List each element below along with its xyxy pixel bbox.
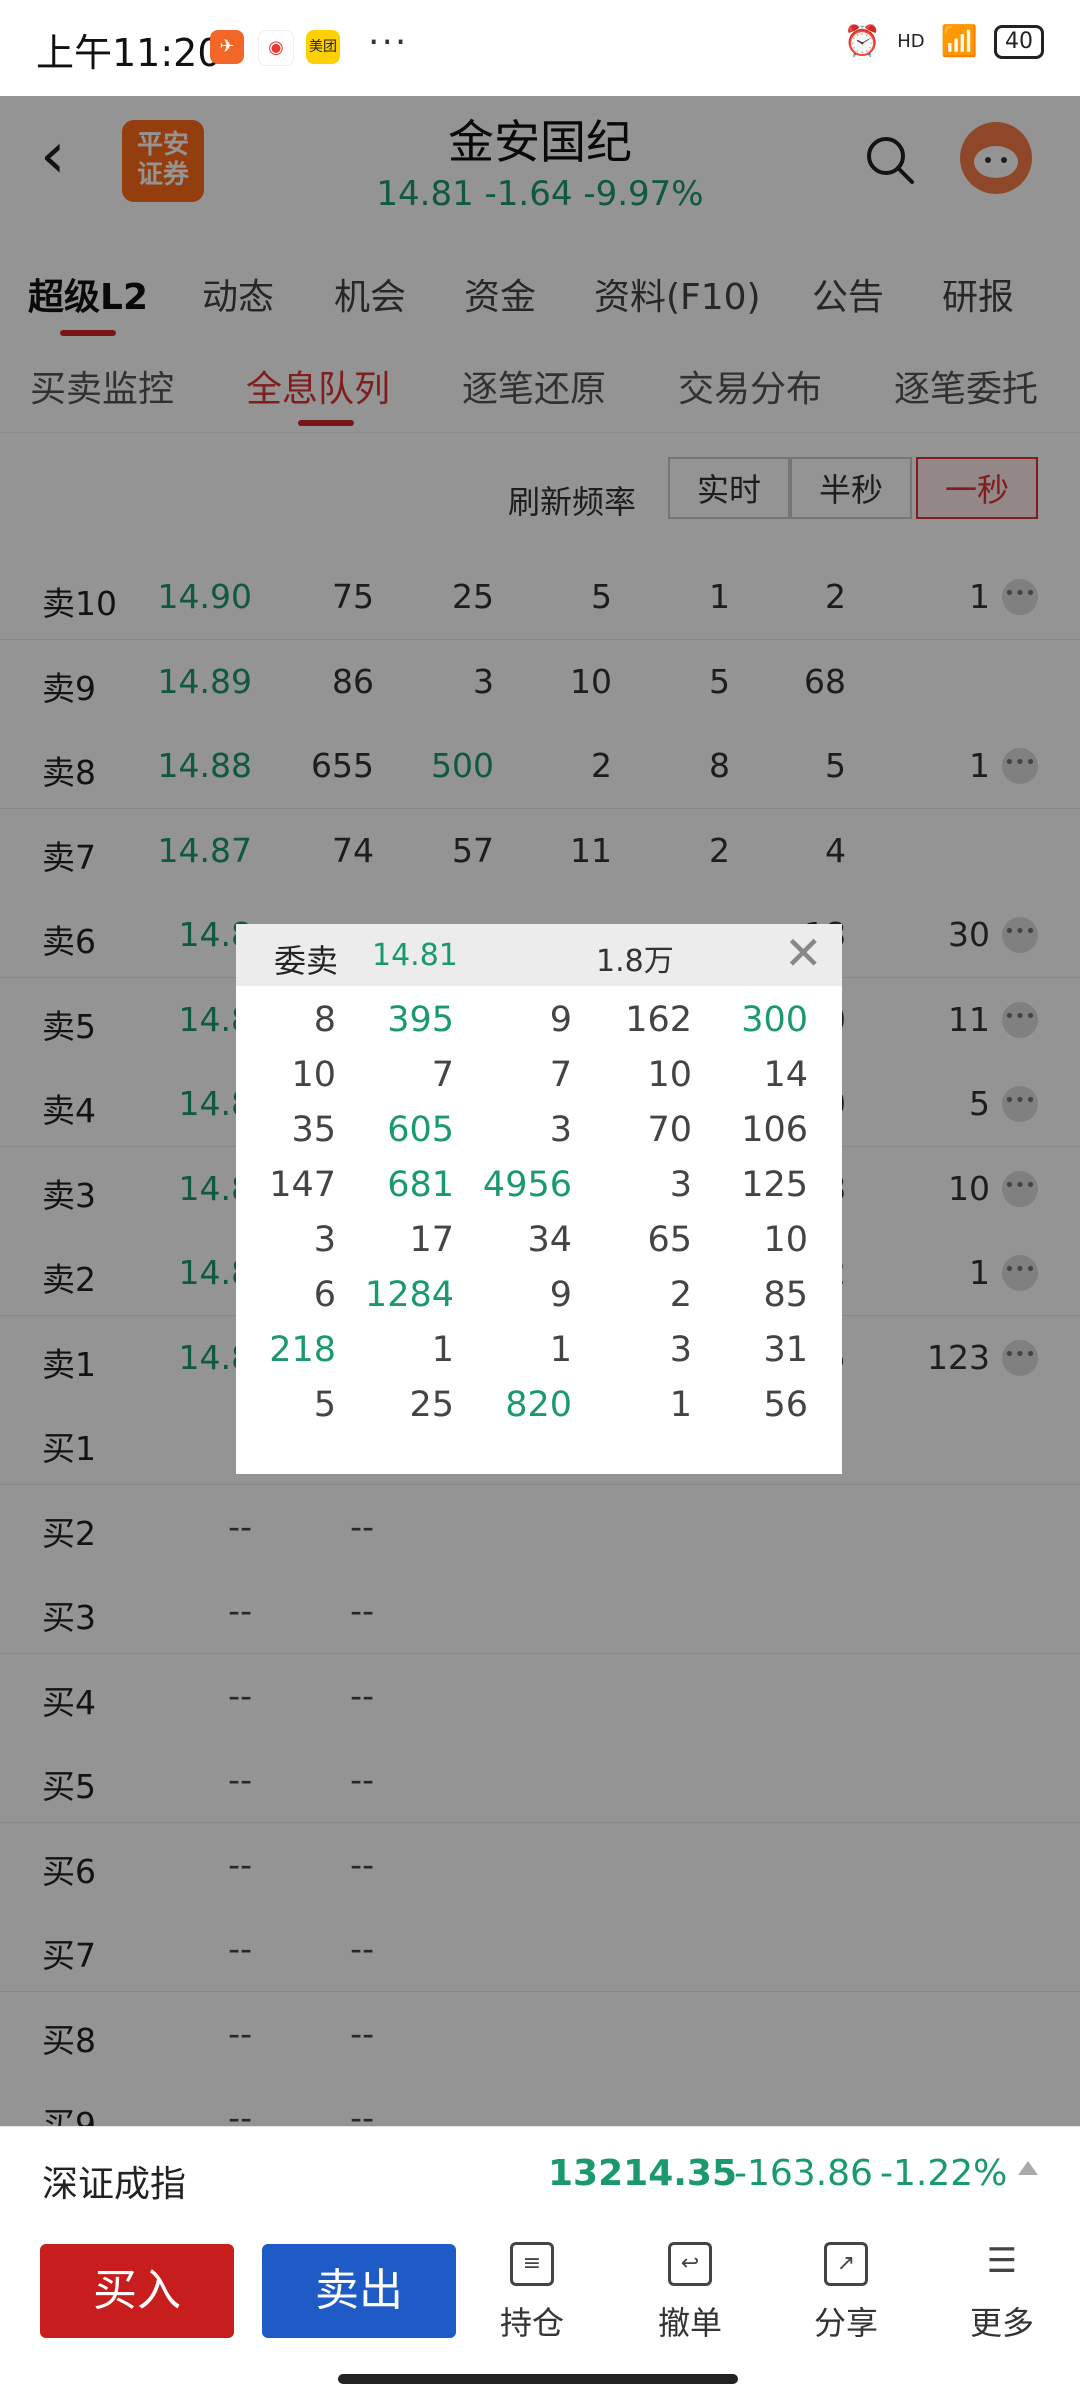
- cancel-order-icon: ↩: [668, 2242, 712, 2286]
- popup-order-cell: 8: [313, 1000, 336, 1040]
- popup-order-cell: 2: [669, 1275, 692, 1315]
- popup-order-cell: 34: [527, 1220, 572, 1260]
- weibo-icon: ◉: [258, 30, 294, 66]
- popup-order-cell: 3: [549, 1110, 572, 1150]
- popup-queue-row: 10 7 7 10 14: [236, 1049, 842, 1104]
- popup-queue-row: 3 17 34 65 10: [236, 1214, 842, 1269]
- share-button[interactable]: ↗ 分享: [786, 2242, 906, 2344]
- more-menu-icon: ☰: [986, 2241, 1018, 2281]
- popup-order-cell: 10: [763, 1220, 808, 1260]
- popup-title: 委卖: [274, 942, 339, 980]
- hd-signal-icon: HD: [897, 31, 925, 52]
- close-icon[interactable]: ✕: [784, 930, 823, 976]
- popup-order-cell: 7: [431, 1055, 454, 1095]
- index-value: 13214.35: [548, 2153, 738, 2194]
- popup-order-cell: 820: [505, 1385, 572, 1425]
- status-right: ⏰ HD 📶 40: [844, 24, 1044, 59]
- popup-order-cell: 65: [647, 1220, 692, 1260]
- popup-order-cell: 1: [549, 1330, 572, 1370]
- popup-order-cell: 6: [313, 1275, 336, 1315]
- bottom-action-bar: 买入 卖出 ≡ 持仓 ↩ 撤单 ↗ 分享 ☰ 更多: [0, 2226, 1080, 2400]
- popup-order-cell: 162: [625, 1000, 692, 1040]
- cancel-order-button[interactable]: ↩ 撤单: [630, 2242, 750, 2344]
- index-percent: -1.22%: [880, 2153, 1008, 2194]
- popup-queue-row: 5 25 820 1 56: [236, 1379, 842, 1434]
- meituan-icon: 美团: [306, 30, 340, 64]
- popup-order-cell: 395: [387, 1000, 454, 1040]
- status-bar: 上午11:20 ✈ ◉ 美团 ··· ⏰ HD 📶 40: [0, 0, 1080, 96]
- popup-queue-row: 218 1 1 3 31: [236, 1324, 842, 1379]
- popup-order-cell: 70: [647, 1110, 692, 1150]
- popup-order-cell: 35: [291, 1110, 336, 1150]
- popup-order-cell: 85: [763, 1275, 808, 1315]
- popup-order-cell: 147: [269, 1165, 336, 1205]
- share-label: 分享: [813, 2304, 878, 2342]
- alarm-icon: ⏰: [843, 24, 882, 59]
- popup-order-cell: 10: [647, 1055, 692, 1095]
- positions-button[interactable]: ≡ 持仓: [472, 2242, 592, 2344]
- popup-order-cell: 3: [669, 1165, 692, 1205]
- popup-order-cell: 106: [741, 1110, 808, 1150]
- popup-header: 委卖 14.81 1.8万 ✕: [236, 924, 842, 986]
- popup-order-cell: 9: [549, 1275, 572, 1315]
- popup-order-cell: 3: [313, 1220, 336, 1260]
- popup-order-cell: 300: [741, 1000, 808, 1040]
- battery-icon: 40: [994, 24, 1044, 59]
- popup-order-cell: 5: [313, 1385, 336, 1425]
- popup-order-cell: 605: [387, 1110, 454, 1150]
- popup-queue-row: 6 1284 9 2 85: [236, 1269, 842, 1324]
- popup-order-cell: 7: [549, 1055, 572, 1095]
- buy-button[interactable]: 买入: [40, 2244, 234, 2338]
- wifi-icon: 📶: [940, 24, 978, 59]
- index-ticker[interactable]: 深证成指 13214.35 -163.86 -1.22%: [0, 2126, 1080, 2227]
- popup-order-cell: 56: [763, 1385, 808, 1425]
- popup-order-cell: 1284: [364, 1275, 454, 1315]
- status-time: 上午11:20: [36, 31, 222, 75]
- notification-app-icon: ✈: [210, 30, 244, 64]
- popup-order-cell: 681: [387, 1165, 454, 1205]
- expand-up-icon[interactable]: [1018, 2161, 1038, 2175]
- popup-order-cell: 1: [431, 1330, 454, 1370]
- home-indicator[interactable]: [338, 2374, 738, 2384]
- popup-order-cell: 10: [291, 1055, 336, 1095]
- popup-price: 14.81: [372, 938, 458, 973]
- popup-order-cell: 4956: [482, 1165, 572, 1205]
- positions-label: 持仓: [499, 2304, 564, 2342]
- index-change: -163.86: [734, 2153, 873, 2194]
- cancel-order-label: 撤单: [657, 2304, 722, 2342]
- popup-order-cell: 218: [269, 1330, 336, 1370]
- popup-order-cell: 125: [741, 1165, 808, 1205]
- more-label: 更多: [969, 2304, 1034, 2342]
- sell-queue-popup: 委卖 14.81 1.8万 ✕ 8 395 9 162 300 10 7 7 10 14 35 605…: [236, 924, 842, 1474]
- popup-order-cell: 14: [763, 1055, 808, 1095]
- popup-order-cell: 3: [669, 1330, 692, 1370]
- popup-order-cell: 17: [409, 1220, 454, 1260]
- popup-order-cell: 9: [549, 1000, 572, 1040]
- popup-queue-row: 35 605 3 70 106: [236, 1104, 842, 1159]
- index-name: 深证成指: [42, 2164, 187, 2205]
- sell-button[interactable]: 卖出: [262, 2244, 456, 2338]
- popup-queue-row: 147 681 4956 3 125: [236, 1159, 842, 1214]
- positions-icon: ≡: [510, 2242, 554, 2286]
- more-notifications-icon: ···: [368, 22, 409, 63]
- popup-order-cell: 1: [669, 1385, 692, 1425]
- popup-order-cell: 31: [763, 1330, 808, 1370]
- popup-total: 1.8万: [596, 944, 674, 979]
- more-button[interactable]: ☰ 更多: [942, 2242, 1062, 2344]
- popup-queue-list[interactable]: 8 395 9 162 300 10 7 7 10 14 35 605 3 70 106 147 681 4956…: [236, 986, 842, 1474]
- popup-queue-row: 8 395 9 162 300: [236, 994, 842, 1049]
- share-icon: ↗: [824, 2242, 868, 2286]
- popup-order-cell: 25: [409, 1385, 454, 1425]
